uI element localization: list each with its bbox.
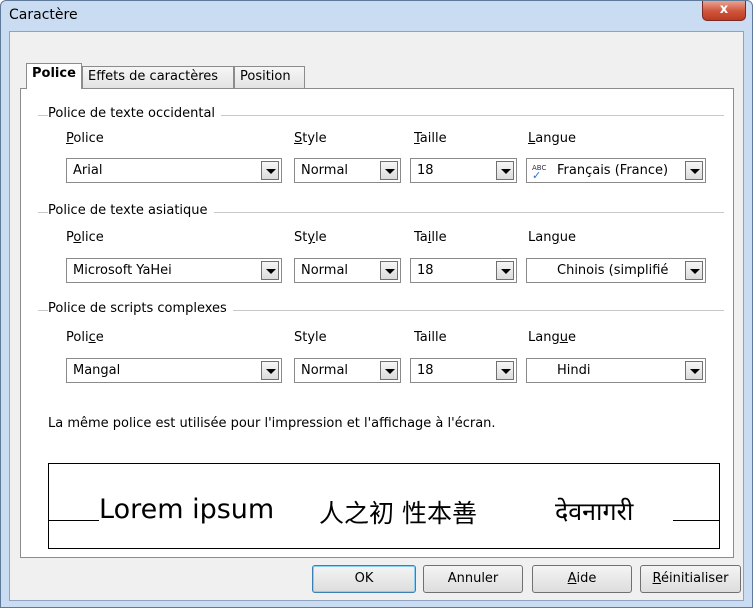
style-value: Normal	[301, 163, 349, 178]
style-combo-western[interactable]: Normal	[294, 158, 401, 183]
close-button[interactable]: x	[702, 1, 746, 21]
size-value: 18	[417, 263, 434, 278]
size-combo-western[interactable]: 18	[410, 158, 517, 183]
chevron-down-icon[interactable]	[261, 161, 279, 180]
baseline-left	[49, 520, 99, 521]
style-value: Normal	[301, 263, 349, 278]
label-style-ctl: Style	[294, 330, 327, 345]
chevron-down-icon[interactable]	[496, 161, 514, 180]
group-title-ctl: Police de scripts complexes	[48, 301, 233, 316]
size-combo-asian[interactable]: 18	[410, 258, 517, 283]
label-size-asian: Taille	[414, 230, 447, 245]
tab-label: Effets de caractères	[88, 69, 219, 84]
group-title-asian: Police de texte asiatique	[48, 203, 214, 218]
tab-effets[interactable]: Effets de caractères	[82, 66, 234, 88]
chevron-down-icon[interactable]	[380, 361, 398, 380]
label-size-western: Taille	[414, 131, 447, 146]
chevron-down-icon[interactable]	[261, 361, 279, 380]
label-style-western: Style	[294, 131, 327, 146]
tab-position[interactable]: Position	[234, 66, 305, 88]
chevron-down-icon[interactable]	[261, 261, 279, 280]
lang-value: Hindi	[557, 363, 591, 378]
label-lang-asian: Langue	[528, 230, 576, 245]
chevron-down-icon[interactable]	[496, 361, 514, 380]
size-combo-ctl[interactable]: 18	[410, 358, 517, 383]
chevron-down-icon[interactable]	[685, 261, 703, 280]
size-value: 18	[417, 163, 434, 178]
preview-asian-text: 人之初 性本善	[319, 499, 477, 528]
size-value: 18	[417, 363, 434, 378]
font-value: Microsoft YaHei	[73, 263, 172, 278]
preview-ctl-text: देवनागरी	[555, 497, 634, 526]
chevron-down-icon[interactable]	[685, 361, 703, 380]
lang-value: Chinois (simplifié	[557, 263, 669, 278]
baseline-right	[673, 520, 719, 521]
lang-combo-asian[interactable]: Chinois (simplifié	[526, 258, 706, 283]
tab-label: Police	[32, 66, 76, 81]
help-button[interactable]: Aide	[532, 565, 632, 593]
lang-combo-ctl[interactable]: Hindi	[526, 358, 706, 383]
font-value: Arial	[73, 163, 103, 178]
chevron-down-icon[interactable]	[496, 261, 514, 280]
style-combo-ctl[interactable]: Normal	[294, 358, 401, 383]
label-style-asian: Style	[294, 230, 327, 245]
label-font-western: Police	[66, 131, 104, 146]
group-title-western: Police de texte occidental	[48, 106, 222, 121]
label-lang-western: Langue	[528, 131, 576, 146]
font-combo-asian[interactable]: Microsoft YaHei	[66, 258, 282, 283]
chevron-down-icon[interactable]	[380, 161, 398, 180]
info-note: La même police est utilisée pour l'impre…	[48, 416, 496, 431]
font-combo-ctl[interactable]: Mangal	[66, 358, 282, 383]
lang-combo-western[interactable]: ABC ✓ Français (France)	[526, 158, 706, 183]
font-preview: Lorem ipsum 人之初 性本善 देवनागरी	[48, 463, 720, 549]
ok-button[interactable]: OK	[312, 565, 416, 593]
dialog-title: Caractère	[9, 7, 78, 23]
style-combo-asian[interactable]: Normal	[294, 258, 401, 283]
label-size-ctl: Taille	[414, 330, 447, 345]
style-value: Normal	[301, 363, 349, 378]
label-font-ctl: Police	[66, 330, 104, 345]
cancel-button[interactable]: Annuler	[423, 565, 523, 593]
reset-button[interactable]: Réinitialiser	[640, 565, 741, 593]
lang-value: Français (France)	[557, 163, 669, 178]
tab-police[interactable]: Police	[26, 63, 82, 89]
chevron-down-icon[interactable]	[685, 161, 703, 180]
label-font-asian: Police	[66, 230, 104, 245]
font-combo-western[interactable]: Arial	[66, 158, 282, 183]
close-icon: x	[719, 2, 729, 17]
preview-western-text: Lorem ipsum	[99, 494, 275, 525]
title-bar[interactable]: Caractère x	[1, 1, 752, 31]
spellcheck-icon: ABC ✓	[532, 164, 547, 182]
label-lang-ctl: Langue	[528, 330, 576, 345]
font-value: Mangal	[73, 363, 121, 378]
chevron-down-icon[interactable]	[380, 261, 398, 280]
tab-label: Position	[240, 69, 291, 84]
